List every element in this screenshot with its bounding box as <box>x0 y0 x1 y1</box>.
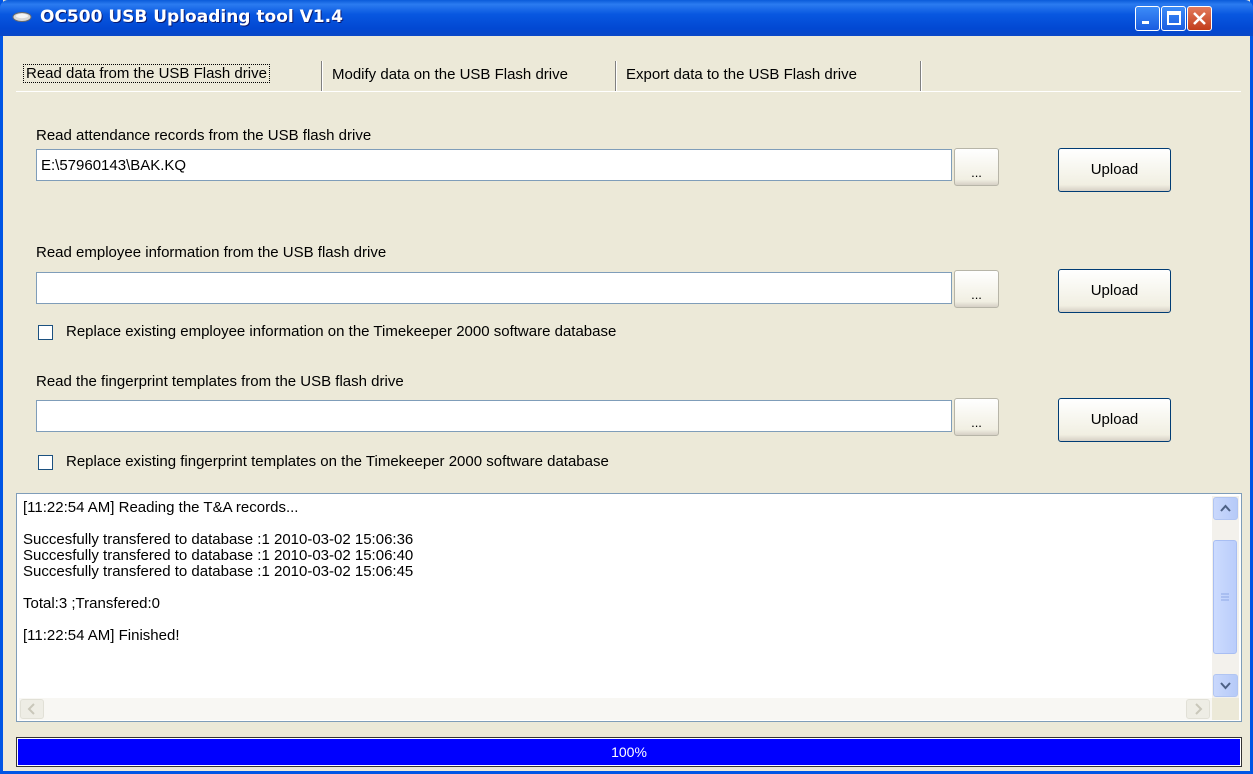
maximize-button[interactable] <box>1161 6 1186 31</box>
scroll-corner <box>1212 698 1239 720</box>
close-icon <box>1193 12 1206 25</box>
fingerprint-upload-button[interactable]: Upload <box>1058 398 1171 442</box>
log-line: Total:3 ;Transfered:0 <box>23 595 161 612</box>
grip-icon <box>1221 593 1229 601</box>
employee-replace-label: Replace existing employee information on… <box>66 323 617 340</box>
attendance-label: Read attendance records from the USB fla… <box>36 127 372 144</box>
log-line: [11:22:54 AM] Finished! <box>23 627 180 644</box>
horizontal-scrollbar[interactable] <box>19 698 1212 720</box>
tab-modify-data[interactable]: Modify data on the USB Flash drive <box>324 61 616 91</box>
fingerprint-browse-button[interactable]: ... <box>954 398 999 436</box>
scroll-down-button[interactable] <box>1213 674 1238 697</box>
usb-drive-icon <box>12 12 32 22</box>
log-line: Succesfully transfered to database :1 20… <box>23 531 414 548</box>
window-title: OC500 USB Uploading tool V1.4 <box>40 7 343 27</box>
fingerprint-replace-label: Replace existing fingerprint templates o… <box>66 453 609 470</box>
scroll-thumb[interactable] <box>1213 540 1237 654</box>
fingerprint-label: Read the fingerprint templates from the … <box>36 373 404 390</box>
employee-path-input[interactable] <box>36 272 952 304</box>
log-line: Succesfully transfered to database :1 20… <box>23 547 414 564</box>
fingerprint-replace-checkbox[interactable] <box>38 455 53 470</box>
title-bar[interactable]: OC500 USB Uploading tool V1.4 <box>0 0 1253 36</box>
employee-label: Read employee information from the USB f… <box>36 244 387 261</box>
log-textarea[interactable]: [11:22:54 AM] Reading the T&A records...… <box>16 493 1242 722</box>
tab-export-data[interactable]: Export data to the USB Flash drive <box>618 61 921 91</box>
attendance-upload-button[interactable]: Upload <box>1058 148 1171 192</box>
scroll-right-button[interactable] <box>1186 699 1210 719</box>
employee-replace-checkbox[interactable] <box>38 325 53 340</box>
attendance-browse-button[interactable]: ... <box>954 148 999 186</box>
tab-read-data-label: Read data from the USB Flash drive <box>23 64 270 83</box>
log-line: Succesfully transfered to database :1 20… <box>23 563 414 580</box>
tab-read-data[interactable]: Read data from the USB Flash drive <box>17 61 322 91</box>
minimize-icon <box>1142 21 1149 24</box>
scroll-left-button[interactable] <box>20 699 44 719</box>
minimize-button[interactable] <box>1135 6 1160 31</box>
log-line: [11:22:54 AM] Reading the T&A records... <box>23 499 299 516</box>
attendance-path-input[interactable]: E:\57960143\BAK.KQ <box>36 149 952 181</box>
chevron-down-icon <box>1220 682 1231 690</box>
maximize-icon <box>1167 11 1181 25</box>
close-button[interactable] <box>1187 6 1212 31</box>
chevron-left-icon <box>27 703 35 715</box>
fingerprint-path-input[interactable] <box>36 400 952 432</box>
progress-bar: 100% <box>16 737 1242 767</box>
chevron-right-icon <box>1195 703 1203 715</box>
main-window: OC500 USB Uploading tool V1.4 Read data … <box>0 0 1253 774</box>
chevron-up-icon <box>1220 504 1231 512</box>
tab-export-data-label: Export data to the USB Flash drive <box>626 66 857 83</box>
employee-browse-button[interactable]: ... <box>954 270 999 308</box>
tab-modify-data-label: Modify data on the USB Flash drive <box>332 66 568 83</box>
scroll-up-button[interactable] <box>1213 497 1238 520</box>
log-lines: [11:22:54 AM] Reading the T&A records...… <box>23 500 1208 644</box>
progress-label: 100% <box>611 744 647 760</box>
vertical-scrollbar[interactable] <box>1212 496 1239 698</box>
employee-upload-button[interactable]: Upload <box>1058 269 1171 313</box>
